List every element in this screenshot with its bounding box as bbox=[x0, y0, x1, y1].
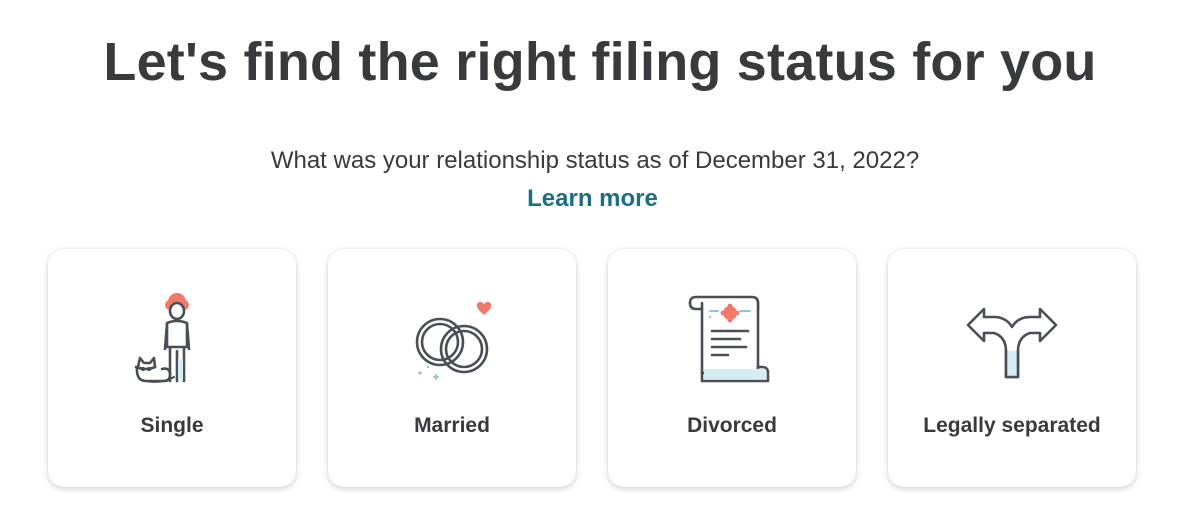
option-label-divorced: Divorced bbox=[687, 414, 777, 437]
page-title: Let's find the right filing status for y… bbox=[103, 32, 1097, 92]
certificate-scroll-icon bbox=[682, 289, 782, 389]
option-card-single[interactable]: Single bbox=[48, 249, 296, 487]
option-label-single: Single bbox=[140, 414, 204, 437]
filing-status-options: Single Married Divorced Legally separate… bbox=[48, 249, 1140, 489]
learn-more-link[interactable]: Learn more bbox=[0, 183, 1185, 215]
option-label-legally-separated: Legally separated bbox=[923, 414, 1101, 437]
option-card-legally-separated[interactable]: Legally separated bbox=[888, 249, 1136, 487]
option-card-married[interactable]: Married bbox=[328, 249, 576, 487]
person-with-cat-icon bbox=[122, 289, 222, 389]
split-arrow-icon bbox=[962, 289, 1062, 389]
option-label-married: Married bbox=[414, 414, 490, 437]
option-card-divorced[interactable]: Divorced bbox=[608, 249, 856, 487]
wedding-rings-icon bbox=[402, 289, 502, 389]
relationship-question: What was your relationship status as of … bbox=[270, 147, 920, 174]
